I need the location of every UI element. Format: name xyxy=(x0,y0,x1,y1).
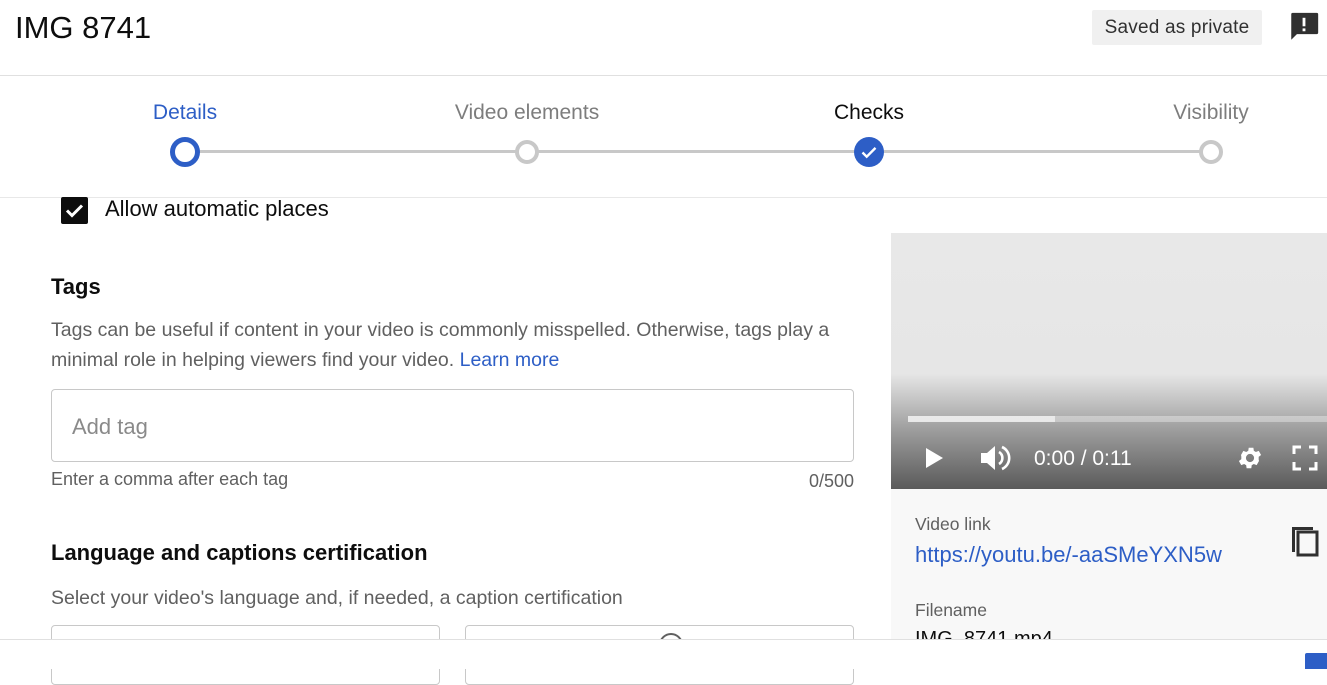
video-title: IMG 8741 xyxy=(15,10,152,45)
tags-description-text: Tags can be useful if content in your vi… xyxy=(51,319,830,371)
learn-more-link[interactable]: Learn more xyxy=(460,349,560,371)
step-details-dot[interactable] xyxy=(170,137,200,167)
video-progress-bar[interactable] xyxy=(908,416,1327,422)
checkmark-icon xyxy=(65,204,84,218)
check-icon xyxy=(861,147,877,159)
bottom-action-bar xyxy=(0,639,1327,669)
step-details-label[interactable]: Details xyxy=(153,100,217,126)
step-visibility-label[interactable]: Visibility xyxy=(1173,100,1248,126)
automatic-places-label: Allow automatic places xyxy=(105,196,329,221)
buffered-progress xyxy=(908,416,1055,422)
tag-counter: 0/500 xyxy=(808,471,854,491)
tags-title: Tags xyxy=(51,274,101,299)
page-header: IMG 8741 Saved as private xyxy=(0,0,1327,76)
video-details-panel: Video link https://youtu.be/-aaSMeYXN5w … xyxy=(891,489,1327,650)
fullscreen-icon[interactable] xyxy=(1292,445,1318,471)
tags-description: Tags can be useful if content in your vi… xyxy=(51,315,851,375)
step-connector xyxy=(185,150,527,153)
step-visibility-dot[interactable] xyxy=(1199,140,1223,164)
step-checks-label[interactable]: Checks xyxy=(834,100,904,126)
play-icon[interactable] xyxy=(923,446,945,470)
step-connector xyxy=(869,150,1211,153)
video-link[interactable]: https://youtu.be/-aaSMeYXN5w xyxy=(915,541,1222,569)
tag-hint: Enter a comma after each tag xyxy=(51,469,289,489)
tag-input-container[interactable] xyxy=(51,389,854,462)
step-connector xyxy=(527,150,869,153)
video-link-label: Video link xyxy=(915,514,991,534)
settings-gear-icon[interactable] xyxy=(1236,444,1264,472)
automatic-places-checkbox[interactable] xyxy=(61,197,88,224)
next-button[interactable] xyxy=(1305,653,1327,669)
video-preview-player[interactable]: 0:00 / 0:11 xyxy=(891,233,1327,489)
volume-icon[interactable] xyxy=(979,443,1011,473)
feedback-icon[interactable] xyxy=(1287,10,1321,44)
step-checks-dot[interactable] xyxy=(854,137,884,167)
tag-input[interactable] xyxy=(70,408,834,446)
copy-icon[interactable] xyxy=(1288,519,1322,557)
upload-stepper: Details Video elements Checks Visibility xyxy=(0,76,1327,198)
filename-label: Filename xyxy=(915,600,987,620)
playback-time: 0:00 / 0:11 xyxy=(1034,447,1132,470)
language-captions-description: Select your video's language and, if nee… xyxy=(51,587,623,609)
step-video-elements-label[interactable]: Video elements xyxy=(455,100,599,126)
saved-status-badge: Saved as private xyxy=(1092,10,1262,45)
language-captions-title: Language and captions certification xyxy=(51,540,428,565)
step-video-elements-dot[interactable] xyxy=(515,140,539,164)
